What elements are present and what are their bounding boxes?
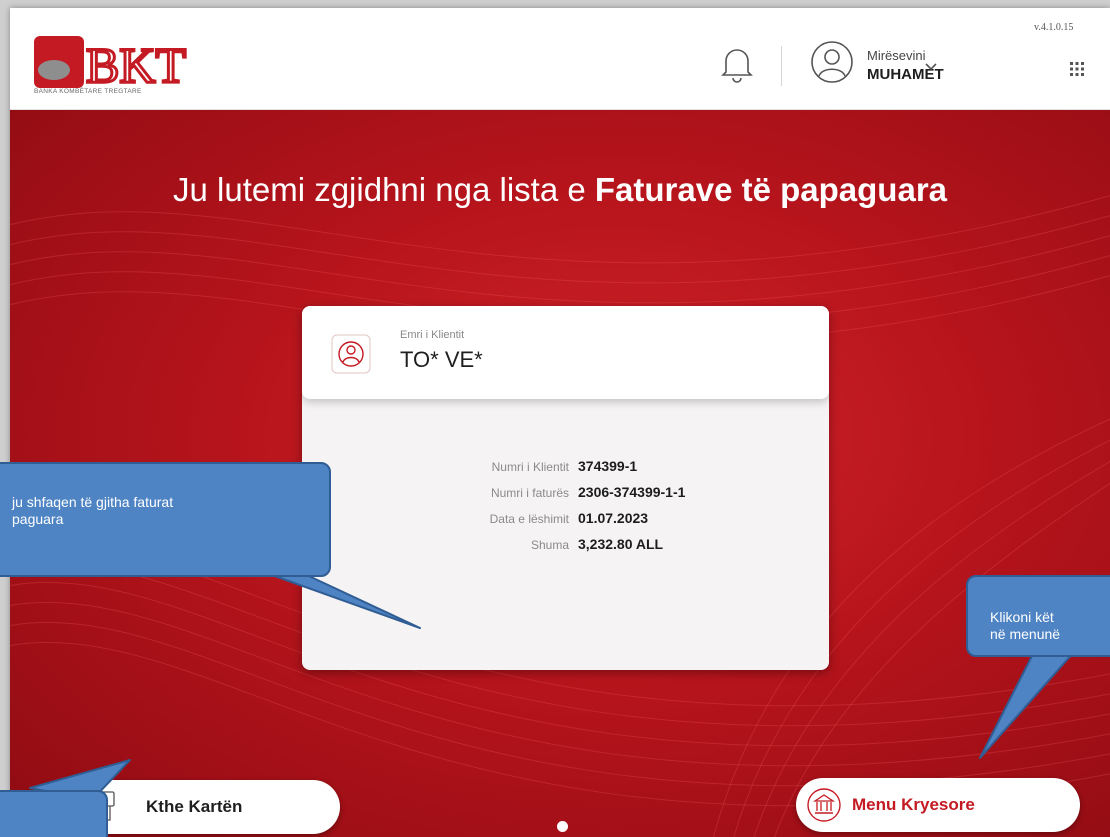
- invoice-card[interactable]: Emri i Klientit TO* VE* Numri i Klientit…: [302, 306, 829, 670]
- logo-text: BKT: [86, 37, 186, 93]
- client-icon: [331, 334, 371, 374]
- detail-label: Shuma: [530, 538, 569, 552]
- version-label: v.4.1.0.15: [1034, 22, 1074, 33]
- detail-label: Numri i faturës: [490, 486, 569, 500]
- main-menu-button[interactable]: Menu Kryesore: [796, 778, 1080, 832]
- detail-row-client-number: Numri i Klientit 374399-1: [302, 458, 829, 478]
- bank-icon: [807, 788, 841, 822]
- page-title: Ju lutemi zgjidhni nga lista e Faturave …: [10, 171, 1110, 209]
- client-name: TO* VE*: [400, 347, 483, 372]
- detail-value: 01.07.2023: [578, 510, 649, 526]
- detail-value: 2306-374399-1-1: [578, 484, 686, 500]
- apps-grid-icon[interactable]: [1070, 62, 1084, 76]
- callout-box-right: Klikoni kët në menunë: [966, 575, 1110, 657]
- logo-subtitle: BANKA KOMBËTARE TREGTARE: [34, 88, 142, 95]
- detail-row-amount: Shuma 3,232.80 ALL: [302, 536, 829, 556]
- detail-value: 3,232.80 ALL: [578, 536, 664, 552]
- main-menu-label: Menu Kryesore: [852, 795, 975, 814]
- callout-box-bottom-left: [0, 790, 108, 837]
- detail-row-invoice-number: Numri i faturës 2306-374399-1-1: [302, 484, 829, 504]
- chevron-down-icon[interactable]: [923, 60, 939, 74]
- detail-label: Data e lëshimit: [489, 512, 569, 526]
- callout-left-line1: ju shfaqen të gjitha faturat: [12, 494, 174, 510]
- callout-left-line2: paguara: [12, 511, 64, 527]
- bell-icon[interactable]: [720, 44, 754, 86]
- callout-right-line1: Klikoni kët: [990, 609, 1054, 625]
- page-title-part1: Ju lutemi zgjidhni nga lista e: [172, 171, 595, 208]
- callout-box-left: ju shfaqen të gjitha faturat paguara: [0, 462, 331, 577]
- invoice-card-header: Emri i Klientit TO* VE*: [302, 306, 829, 399]
- header-divider: [781, 46, 782, 86]
- atm-screen: BKT BANKA KOMBËTARE TREGTARE Mirësevini …: [10, 8, 1110, 837]
- return-card-label: Kthe Kartën: [146, 797, 243, 816]
- detail-value: 374399-1: [578, 458, 638, 474]
- greeting-text: Mirësevini: [867, 48, 926, 63]
- user-avatar-icon[interactable]: [810, 40, 854, 84]
- client-name-label: Emri i Klientit: [400, 329, 465, 341]
- callout-right-line2: në menunë: [990, 626, 1061, 642]
- return-card-button[interactable]: Kthe Kartën: [68, 780, 340, 834]
- top-bar: BKT BANKA KOMBËTARE TREGTARE Mirësevini …: [10, 8, 1110, 110]
- page-title-part2: Faturave të papaguara: [594, 171, 948, 208]
- detail-row-issue-date: Data e lëshimit 01.07.2023: [302, 510, 829, 530]
- pagination-dot[interactable]: [557, 821, 568, 832]
- detail-label: Numri i Klientit: [491, 460, 569, 474]
